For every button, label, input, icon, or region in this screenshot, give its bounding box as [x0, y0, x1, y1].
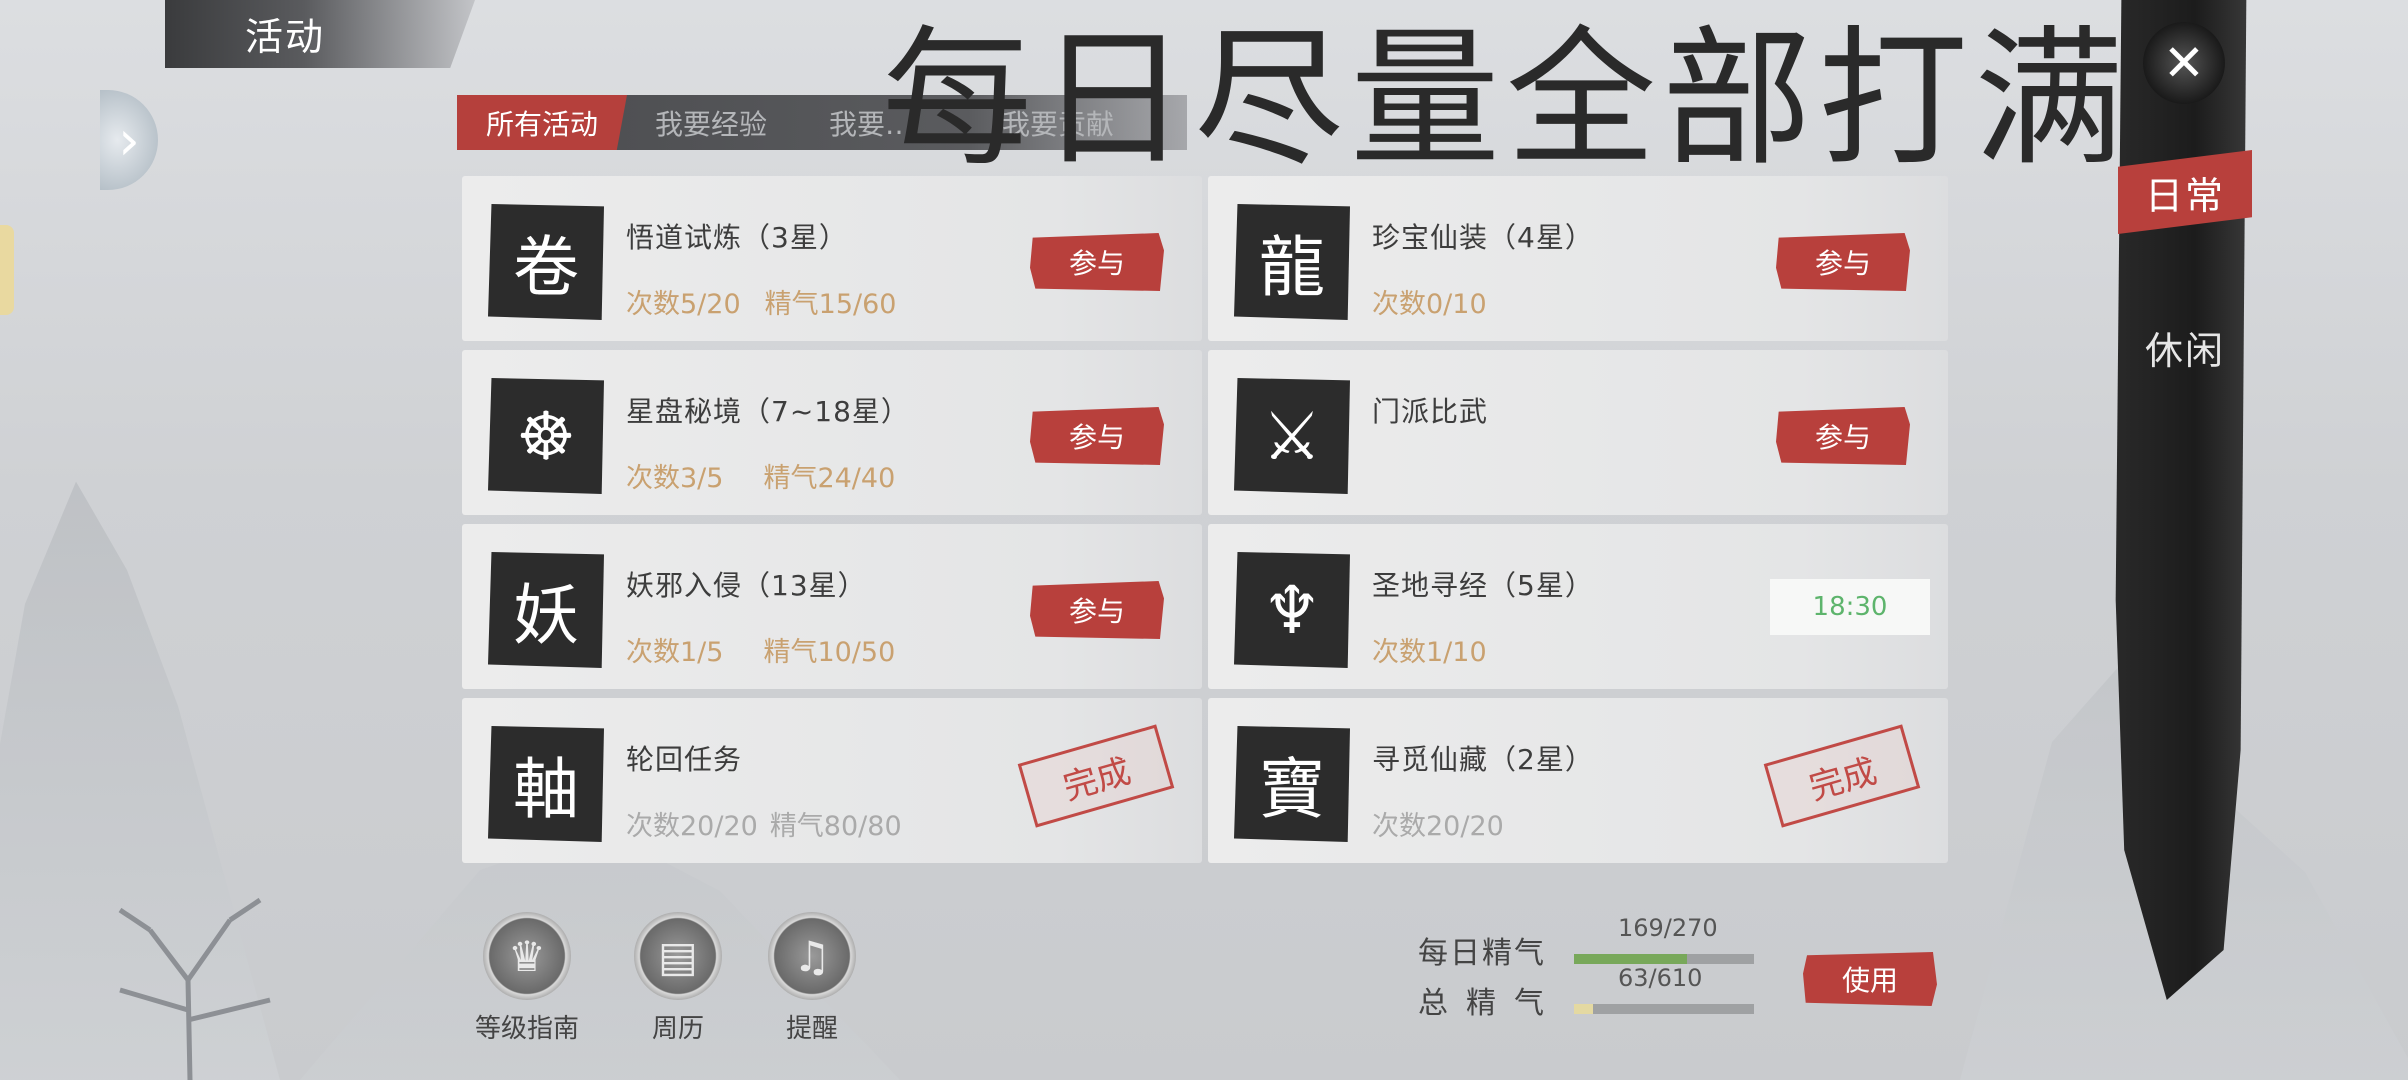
dragon-icon: 龍: [1234, 204, 1350, 320]
count-text: 次数0/10: [1372, 289, 1487, 320]
sword-emblem-icon: ♆: [1234, 552, 1350, 668]
bell-icon: ♫: [768, 912, 856, 1000]
close-icon[interactable]: ✕: [2143, 22, 2225, 104]
tab-leisure[interactable]: 休闲: [2118, 320, 2252, 375]
bottom-toolbar: ♛ 等级指南 ▤ 周历 ♫ 提醒: [462, 912, 860, 1045]
completed-stamp: 完成: [1017, 724, 1175, 828]
activity-stats: 次数5/20 精气15/60: [626, 282, 896, 321]
count-text: 次数1/10: [1372, 637, 1487, 668]
treasure-ingot-icon: 寶: [1234, 726, 1350, 842]
page-title: 活动: [245, 15, 326, 59]
activity-name: 门派比武: [1372, 395, 1489, 428]
activity-card[interactable]: ⚔ 门派比武 参与: [1208, 350, 1948, 515]
activity-name: 妖邪入侵（13星）: [626, 569, 867, 602]
activity-card[interactable]: 寶 寻觅仙藏（2星） 次数20/20 完成: [1208, 698, 1948, 863]
completed-stamp: 完成: [1763, 724, 1921, 828]
side-tag[interactable]: [0, 225, 14, 315]
count-text: 次数3/5: [626, 463, 724, 494]
daily-energy-fill: [1574, 954, 1687, 964]
activity-stats: 次数20/20 精气80/80: [626, 804, 902, 843]
activity-name: 悟道试炼（3星）: [626, 221, 848, 254]
daily-energy-value: 169/270: [1618, 914, 1718, 942]
activity-stats: 次数1/5 精气10/50: [626, 630, 895, 669]
daily-energy-bar: [1574, 954, 1754, 964]
count-text: 次数1/5: [626, 637, 724, 668]
total-energy-fill: [1574, 1004, 1593, 1014]
activity-name: 珍宝仙装（4星）: [1372, 221, 1594, 254]
energy-text: 精气15/60: [764, 289, 897, 320]
crossed-swords-shield-icon: ⚔: [1234, 378, 1350, 494]
energy-text: 精气80/80: [769, 811, 902, 842]
reminder-label: 提醒: [785, 1014, 838, 1044]
tab-all-activities[interactable]: 所有活动: [457, 95, 627, 150]
use-button[interactable]: 使用: [1803, 952, 1937, 1006]
join-button[interactable]: 参与: [1030, 233, 1164, 291]
reminder-button[interactable]: ♫ 提醒: [764, 912, 860, 1045]
activity-card[interactable]: 卷 悟道试炼（3星） 次数5/20 精气15/60 参与: [462, 176, 1202, 341]
weekly-calendar-label: 周历: [651, 1014, 704, 1044]
activity-name: 寻觅仙藏（2星）: [1372, 743, 1594, 776]
daily-energy-row: 每日精气 169/270: [1418, 914, 1758, 971]
activity-stats: 次数1/10: [1372, 630, 1487, 669]
join-button[interactable]: 参与: [1030, 407, 1164, 465]
energy-text: 精气10/50: [763, 637, 896, 668]
tab-experience[interactable]: 我要经验: [655, 95, 767, 150]
daily-energy-label: 每日精气: [1418, 936, 1546, 971]
tree-silhouette-icon: [118, 897, 271, 1080]
activity-stats: 次数20/20: [1372, 804, 1504, 843]
count-text: 次数5/20: [626, 289, 741, 320]
right-side-panel: [2115, 0, 2247, 1000]
open-time-badge: 18:30: [1770, 579, 1930, 635]
total-energy-row: 总精气 63/610: [1418, 964, 1758, 1021]
badge-icon: ♛: [483, 912, 571, 1000]
total-energy-value: 63/610: [1618, 964, 1703, 992]
count-text: 次数20/20: [626, 811, 758, 842]
level-guide-button[interactable]: ♛ 等级指南: [462, 912, 592, 1045]
demon-hat-icon: 妖: [488, 552, 604, 668]
total-energy-bar: [1574, 1004, 1754, 1014]
activity-card[interactable]: 龍 珍宝仙装（4星） 次数0/10 参与: [1208, 176, 1948, 341]
total-energy-label: 总精气: [1418, 986, 1562, 1021]
join-button[interactable]: 参与: [1776, 407, 1910, 465]
activity-name: 轮回任务: [626, 743, 743, 776]
energy-panel: 每日精气 169/270 总精气 63/610: [1418, 914, 1758, 1021]
activity-card[interactable]: ♆ 圣地寻经（5星） 次数1/10 18:30: [1208, 524, 1948, 689]
overlay-caption: 每日尽量全部打满: [882, 13, 2131, 187]
activity-card[interactable]: 軸 轮回任务 次数20/20 精气80/80 完成: [462, 698, 1202, 863]
activity-stats: 次数3/5 精气24/40: [626, 456, 895, 495]
activity-name: 圣地寻经（5星）: [1372, 569, 1594, 602]
activity-name: 星盘秘境（7~18星）: [626, 395, 910, 428]
star-chart-icon: ☸: [488, 378, 604, 494]
energy-text: 精气24/40: [763, 463, 896, 494]
calendar-icon: ▤: [634, 912, 722, 1000]
level-guide-label: 等级指南: [474, 1014, 579, 1044]
weekly-calendar-button[interactable]: ▤ 周历: [630, 912, 726, 1045]
scroll-icon: 卷: [488, 204, 604, 320]
activity-card[interactable]: ☸ 星盘秘境（7~18星） 次数3/5 精气24/40 参与: [462, 350, 1202, 515]
count-text: 次数20/20: [1372, 811, 1504, 842]
scroll-bundle-icon: 軸: [488, 726, 604, 842]
activity-card[interactable]: 妖 妖邪入侵（13星） 次数1/5 精气10/50 参与: [462, 524, 1202, 689]
join-button[interactable]: 参与: [1030, 581, 1164, 639]
activity-stats: 次数0/10: [1372, 282, 1487, 321]
join-button[interactable]: 参与: [1776, 233, 1910, 291]
